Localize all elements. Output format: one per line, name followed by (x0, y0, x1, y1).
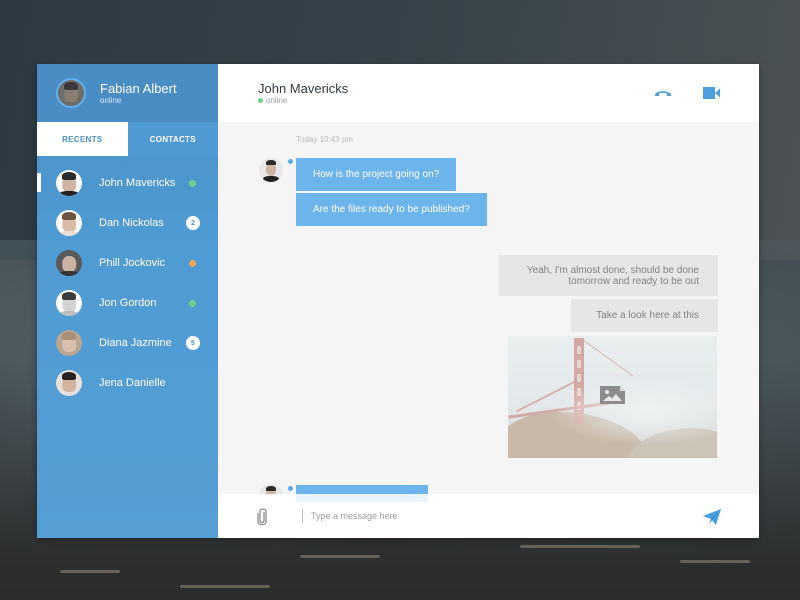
contact-name: Jena Danielle (99, 377, 166, 389)
background-foam (520, 545, 640, 548)
message-list[interactable]: Today 10:43 pm How is the project going … (218, 122, 759, 494)
sender-avatar (259, 158, 283, 182)
voice-call-button[interactable] (653, 86, 673, 100)
incoming-message: How is the project going on? (296, 158, 457, 191)
message-composer (218, 494, 759, 538)
contact-avatar (56, 210, 82, 236)
user-status: online (100, 95, 122, 105)
message-input[interactable] (311, 506, 611, 526)
unread-count-badge: 5 (186, 336, 200, 350)
contact-avatar (56, 290, 82, 316)
input-divider (302, 509, 303, 523)
online-status-dot (258, 97, 263, 103)
outgoing-message: Yeah, I'm almost done, should be done to… (499, 255, 718, 296)
background-foam (680, 560, 750, 563)
background-foam (300, 555, 380, 558)
tab-contacts[interactable]: CONTACTS (127, 122, 218, 156)
phone-icon (655, 91, 671, 96)
sidebar-tabs: RECENTS CONTACTS (37, 122, 218, 156)
chat-status-text: online (266, 95, 288, 105)
contact-avatar (56, 170, 82, 196)
contact-item-jena-danielle[interactable]: Jena Danielle (37, 363, 218, 403)
contact-item-jon-gordon[interactable]: Jon Gordon (37, 283, 218, 323)
video-camera-icon (702, 87, 720, 99)
background-foam (180, 585, 270, 588)
outgoing-message: Take a look here at this (571, 299, 718, 332)
chat-contact-name: John Mavericks (258, 80, 349, 96)
unread-dot (288, 159, 293, 164)
online-status-dot (189, 299, 196, 307)
chat-contact-status: online (258, 96, 348, 105)
chat-actions (653, 86, 721, 100)
partial-message-overflow (296, 494, 428, 502)
selected-indicator (37, 173, 41, 192)
contact-name: Jon Gordon (99, 297, 157, 309)
user-avatar (56, 78, 86, 108)
contact-avatar (56, 250, 82, 276)
incoming-message-partial (296, 485, 428, 494)
video-call-button[interactable] (701, 86, 721, 100)
send-icon[interactable] (703, 509, 721, 525)
contact-avatar (56, 330, 82, 356)
shared-image-message[interactable] (508, 336, 717, 458)
unread-dot (288, 486, 293, 491)
image-icon[interactable] (600, 386, 625, 404)
chat-app-window: Fabian Albert online RECENTS CONTACTS Jo… (37, 64, 759, 538)
away-status-dot (189, 259, 196, 267)
online-status-dot (189, 179, 196, 187)
contact-item-phill-jockovic[interactable]: Phill Jockovic (37, 243, 218, 283)
chat-header: John Mavericks online (218, 64, 759, 122)
contact-item-dan-nickolas[interactable]: Dan Nickolas 2 (37, 203, 218, 243)
message-timestamp: Today 10:43 pm (296, 135, 353, 144)
contact-list: John Mavericks Dan Nickolas 2 Phill Jock… (37, 156, 218, 403)
sender-avatar (259, 484, 283, 494)
contact-name: Dan Nickolas (99, 217, 164, 229)
contact-name: Diana Jazmine (99, 337, 172, 349)
contact-name: John Mavericks (99, 177, 176, 189)
user-name: Fabian Albert (100, 80, 177, 96)
contact-name: Phill Jockovic (99, 257, 166, 269)
user-profile[interactable]: Fabian Albert online (37, 64, 218, 122)
sidebar: Fabian Albert online RECENTS CONTACTS Jo… (37, 64, 218, 538)
incoming-message: Are the files ready to be published? (296, 193, 487, 226)
contact-item-diana-jazmine[interactable]: Diana Jazmine 5 (37, 323, 218, 363)
paperclip-icon[interactable] (256, 508, 268, 526)
unread-count-badge: 2 (186, 216, 200, 230)
contact-avatar (56, 370, 82, 396)
contact-item-john-mavericks[interactable]: John Mavericks (37, 163, 218, 203)
chat-panel: John Mavericks online Today 10:43 pm How… (218, 64, 759, 538)
tab-recents[interactable]: RECENTS (37, 122, 128, 156)
background-foam (60, 570, 120, 573)
